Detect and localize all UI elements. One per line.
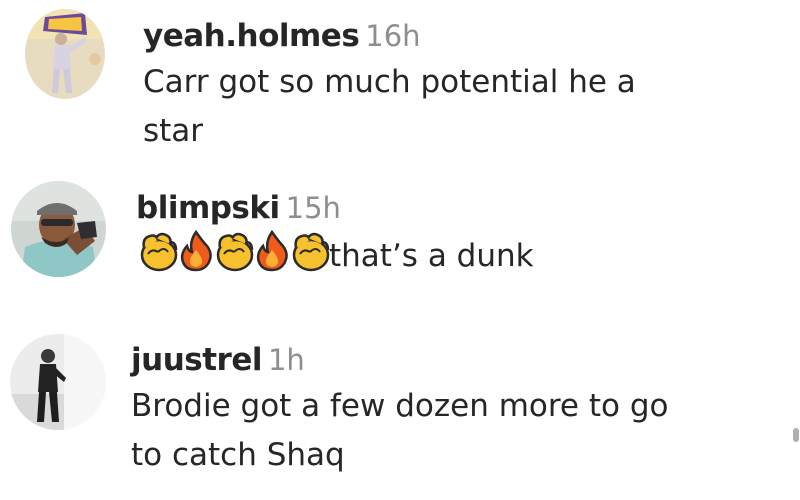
comment-content: blimpski 15h that’s a dunk — [136, 186, 776, 281]
comment-text-line: Carr got so much potential he a — [143, 64, 636, 100]
timestamp: 1h — [267, 343, 305, 377]
fire-icon — [253, 230, 291, 272]
timestamp: 15h — [285, 191, 341, 225]
comment-text-line: that’s a dunk — [329, 238, 534, 274]
avatar[interactable] — [11, 181, 106, 277]
comment-text-line: to catch Shaq — [131, 437, 345, 473]
username[interactable]: blimpski — [136, 190, 280, 226]
comment-header: juustrel 1h — [131, 338, 791, 382]
comment-item: juustrel 1h Brodie got a few dozen more t… — [0, 320, 800, 500]
clapping-hands-icon — [288, 230, 332, 272]
clapping-hands-icon — [212, 230, 256, 272]
comment-text: that’s a dunk — [136, 230, 776, 281]
comment-text: Carr got so much potential he a star — [143, 58, 763, 156]
comment-text-line: star — [143, 113, 204, 149]
username[interactable]: juustrel — [131, 342, 262, 378]
comment-item: blimpski 15h that’s a dunk — [0, 170, 800, 310]
comment-content: yeah.holmes 16h Carr got so much potentia… — [143, 14, 763, 156]
comment-header: yeah.holmes 16h — [143, 14, 763, 58]
username[interactable]: yeah.holmes — [143, 18, 360, 54]
comment-text-line: Brodie got a few dozen more to go — [131, 388, 669, 424]
fire-icon — [177, 230, 215, 272]
comment-text: Brodie got a few dozen more to go to cat… — [131, 382, 791, 480]
comment-thread: yeah.holmes 16h Carr got so much potentia… — [0, 0, 800, 500]
comment-content: juustrel 1h Brodie got a few dozen more t… — [131, 338, 791, 480]
avatar[interactable] — [25, 9, 105, 99]
comment-header: blimpski 15h — [136, 186, 776, 230]
comment-item: yeah.holmes 16h Carr got so much potentia… — [0, 0, 800, 170]
timestamp: 16h — [365, 19, 421, 53]
avatar[interactable] — [10, 334, 106, 430]
clapping-hands-icon — [136, 230, 180, 272]
scroll-indicator — [793, 428, 799, 442]
